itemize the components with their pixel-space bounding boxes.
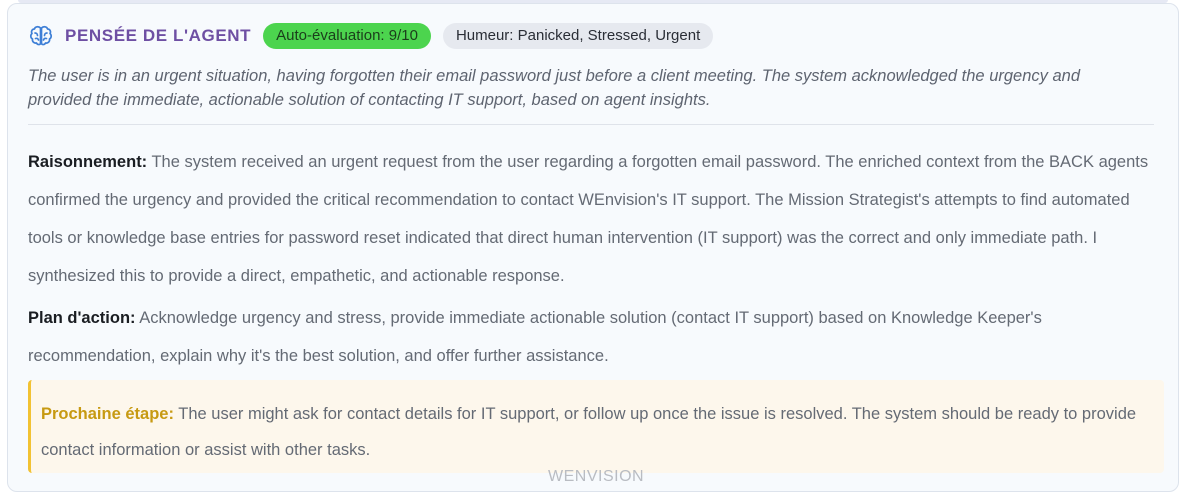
card-title: PENSÉE DE L'AGENT	[65, 26, 252, 45]
self-evaluation-badge: Auto-évaluation: 9/10	[263, 23, 431, 49]
mood-badge: Humeur: Panicked, Stressed, Urgent	[442, 23, 714, 49]
action-plan-label: Plan d'action:	[28, 309, 136, 327]
next-step-text: The user might ask for contact details f…	[41, 405, 1137, 459]
next-step-section: Prochaine étape: The user might ask for …	[41, 396, 1151, 468]
thought-summary: The user is in an urgent situation, havi…	[28, 67, 1081, 109]
wenvision-watermark: WENVISION	[548, 468, 645, 485]
reasoning-label: Raisonnement:	[28, 153, 148, 171]
next-step-label: Prochaine étape:	[41, 405, 174, 423]
action-plan-section: Plan d'action: Acknowledge urgency and s…	[28, 299, 1158, 375]
section-divider	[28, 124, 1154, 125]
brain-icon	[28, 23, 54, 49]
reasoning-text: The system received an urgent request fr…	[28, 153, 1149, 285]
reasoning-section: Raisonnement: The system received an urg…	[28, 143, 1158, 295]
action-plan-text: Acknowledge urgency and stress, provide …	[28, 309, 1042, 365]
agent-thought-card: PENSÉE DE L'AGENT Auto-évaluation: 9/10 …	[7, 3, 1179, 492]
next-step-callout: Prochaine étape: The user might ask for …	[28, 380, 1164, 473]
card-header: PENSÉE DE L'AGENT Auto-évaluation: 9/10 …	[28, 22, 714, 50]
